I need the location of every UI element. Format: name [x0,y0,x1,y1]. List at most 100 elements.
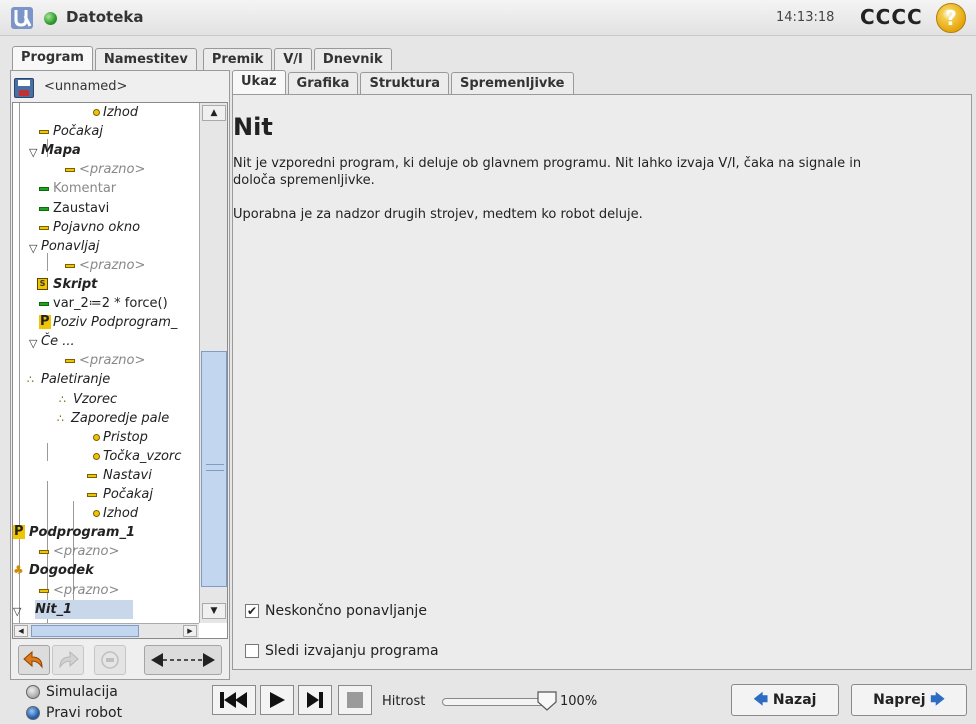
speed-slider-handle[interactable] [536,690,558,712]
play-button[interactable] [260,685,294,715]
play-icon [270,692,285,708]
tab-move[interactable]: Premik [202,48,273,70]
script-icon: S [37,277,48,290]
tree-node[interactable]: Točka_vzorc [13,447,199,466]
checkbox-checked-icon[interactable]: ✔ [245,604,259,618]
ur-logo-icon [11,7,33,29]
tree-node[interactable]: Nastavi [13,466,199,485]
tree-node[interactable]: <prazno> [13,542,199,561]
tree-node-label: Zaustavi [53,200,110,216]
description-line-2: Uporabna je za nadzor drugih strojev, me… [233,207,643,222]
back-button[interactable]: 🡄 Nazaj [731,684,839,716]
step-forward-icon [307,692,323,708]
tab-program[interactable]: Program [12,46,93,70]
robot-name: CCCC [860,5,923,29]
scroll-left-icon[interactable]: ◀ [14,625,28,637]
tree-node[interactable]: ∴ Vzorec [13,390,199,409]
tree-node[interactable]: Izhod [13,504,199,523]
program-tree-box: Izhod Počakaj ▽ Mapa <prazno> Komentar Zaustav… [12,102,228,639]
tab-io[interactable]: V/I [274,48,312,70]
tree-node-label: Počakaj [53,124,104,140]
redo-icon [59,650,79,669]
tab-command[interactable]: Ukaz [232,70,286,94]
follow-program-label: Sledi izvajanju programa [265,643,439,659]
tree-node[interactable]: ∴ Paletiranje [13,370,199,389]
tree-node[interactable]: P Podprogram_1 [13,523,199,542]
tree-node[interactable]: ▽ Če ... [13,332,199,351]
move-node-button[interactable] [144,645,222,675]
save-icon[interactable] [14,78,34,98]
tree-node[interactable]: Pojavno okno [13,218,199,237]
tree-horizontal-scrollbar[interactable]: ◀ ▶ [13,623,199,638]
tree-node[interactable]: ♣ Dogodek [13,561,199,580]
redo-button[interactable] [52,645,84,675]
simulation-radio[interactable] [26,685,40,699]
tree-node-label: Ponavljaj [41,238,100,254]
tree-node-label: Zaporedje pale [71,410,170,426]
suppress-button[interactable] [94,645,126,675]
simulation-label[interactable]: Simulacija [46,684,118,700]
scroll-right-icon[interactable]: ▶ [183,625,197,637]
pattern-icon: ∴ [59,392,66,406]
speed-label: Hitrost [382,694,426,709]
scroll-down-icon[interactable]: ▼ [202,603,226,619]
tree-node[interactable]: ▽ Ponavljaj [13,237,199,256]
event-icon: ♣ [13,563,24,578]
scroll-up-icon[interactable]: ▲ [202,105,226,121]
tree-node[interactable]: <prazno> [13,160,199,179]
stop-bar-icon [39,206,49,211]
undo-icon [23,650,43,669]
tree-node[interactable]: Počakaj [13,122,199,141]
tree-node[interactable]: ∴ Zaporedje pale [13,409,199,428]
tab-log[interactable]: Dnevnik [313,48,392,70]
stop-button[interactable] [338,685,372,715]
tree-node[interactable]: <prazno> [13,351,199,370]
tree-node[interactable]: S Skript [13,275,199,294]
hscroll-thumb[interactable] [31,625,139,637]
tree-node[interactable]: P Poziv Podprogram_ [13,313,199,332]
waypoint-dot-icon [93,510,100,518]
arrow-right-icon: 🡆 [930,692,945,708]
tree-node-label: <prazno> [79,257,146,273]
program-name: <unnamed> [44,79,128,94]
tab-graphics[interactable]: Grafika [287,72,359,94]
tree-node[interactable]: Zaustavi [13,199,199,218]
tree-node[interactable]: ▽ Mapa [13,141,199,160]
tree-node-label: Vzorec [73,391,118,407]
left-right-arrow-icon [151,653,215,667]
tree-vertical-scrollbar[interactable]: ▲ ▼ [199,103,227,623]
command-bar-icon [87,493,97,497]
tree-node[interactable]: Pristop [13,428,199,447]
tree-node[interactable]: ▽ Nit_1 [13,599,133,619]
tree-node[interactable]: <prazno> [13,256,199,275]
tree-node-label: Skript [53,276,98,292]
file-menu[interactable]: Datoteka [66,8,144,26]
subprogram-call-icon: P [39,314,51,330]
tree-node-label: Poziv Podprogram_ [53,315,178,331]
undo-button[interactable] [18,645,50,675]
next-button[interactable]: Naprej 🡆 [851,684,967,716]
command-bar-icon [65,359,75,364]
checkbox-unchecked-icon[interactable] [245,644,259,658]
clock: 14:13:18 [776,10,835,25]
tree-node-label: Komentar [53,181,117,197]
rewind-button[interactable] [212,685,256,715]
command-bar-icon [65,168,75,173]
real-robot-radio[interactable] [26,706,40,720]
scroll-thumb[interactable] [201,351,227,587]
real-robot-label[interactable]: Pravi robot [46,705,122,721]
tree-node-label: Nastavi [103,467,152,483]
tab-variables[interactable]: Spremenljivke [451,72,574,94]
tree-node-label: <prazno> [79,162,146,178]
tab-structure[interactable]: Struktura [360,72,450,94]
tree-node[interactable]: Izhod [13,103,199,122]
tree-node[interactable]: var_2≔2 * force() [13,294,199,313]
tree-node[interactable]: Komentar [13,179,199,198]
help-icon[interactable]: ? [936,3,966,33]
tab-installation[interactable]: Namestitev [94,48,197,70]
tree-node-label: <prazno> [53,544,120,560]
tree-node[interactable]: Počakaj [13,485,199,504]
step-button[interactable] [298,685,332,715]
back-label: Nazaj [772,692,817,708]
tree-node[interactable]: <prazno> [13,581,199,600]
